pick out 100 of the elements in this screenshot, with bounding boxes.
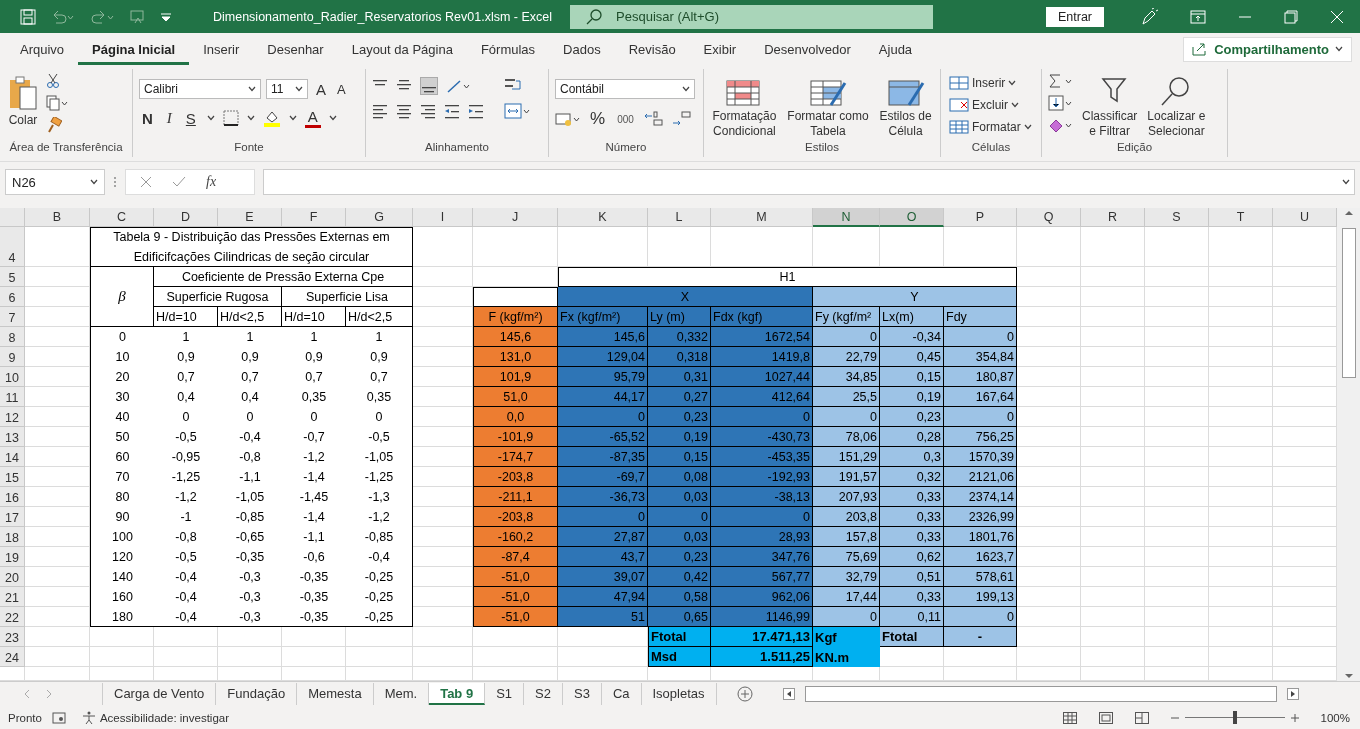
percent-button[interactable]: %: [587, 108, 609, 130]
caret-icon[interactable]: [682, 86, 690, 92]
row-header[interactable]: 15: [0, 467, 25, 487]
column-header[interactable]: K: [558, 208, 648, 227]
sheet-tab[interactable]: Memesta: [297, 682, 374, 705]
column-header[interactable]: O: [880, 208, 944, 227]
maximize-icon[interactable]: [1284, 9, 1298, 24]
close-icon[interactable]: [1330, 9, 1344, 24]
page-layout-icon[interactable]: [1098, 711, 1113, 724]
caret-icon[interactable]: [90, 179, 98, 185]
font-color-button[interactable]: A: [304, 108, 321, 128]
sign-in-button[interactable]: Entrar: [1045, 6, 1104, 27]
caret-icon[interactable]: [206, 115, 215, 121]
increase-decimal-icon[interactable]: [642, 110, 665, 128]
share-button[interactable]: Compartilhamento: [1183, 36, 1352, 62]
sheet-tab[interactable]: S3: [562, 682, 602, 705]
scroll-down-icon[interactable]: [1343, 671, 1354, 681]
menu-tab[interactable]: Desenvolvedor: [750, 36, 865, 65]
macro-icon[interactable]: [51, 711, 66, 724]
sheet-tab[interactable]: Isopletas: [641, 682, 717, 705]
row-header[interactable]: 19: [0, 547, 25, 567]
row-header[interactable]: 8: [0, 327, 25, 347]
row-header[interactable]: 6: [0, 287, 25, 307]
zoom-in-icon[interactable]: [1290, 713, 1299, 722]
insert-function-button[interactable]: fx: [206, 174, 217, 190]
menu-tab[interactable]: Dados: [549, 36, 615, 65]
menu-tab[interactable]: Revisão: [614, 36, 690, 65]
grow-font-button[interactable]: A: [313, 79, 329, 99]
cells-button[interactable]: Formatar: [947, 117, 1034, 137]
scrollbar-thumb[interactable]: [1341, 228, 1356, 378]
menu-tab[interactable]: Ajuda: [864, 36, 927, 65]
caret-icon[interactable]: [1335, 46, 1343, 52]
row-header[interactable]: 10: [0, 367, 25, 387]
column-header[interactable]: P: [944, 208, 1017, 227]
format-painter-icon[interactable]: [46, 117, 62, 133]
row-header[interactable]: 21: [0, 587, 25, 607]
column-header[interactable]: J: [473, 208, 558, 227]
align-left-icon[interactable]: [372, 103, 388, 119]
accessibility-status[interactable]: Acessibilidade: investigar: [81, 710, 229, 725]
fill-color-icon[interactable]: [262, 109, 281, 127]
column-header[interactable]: Q: [1017, 208, 1081, 227]
formula-field[interactable]: [263, 169, 1355, 195]
redo-icon[interactable]: [90, 8, 116, 25]
caret-icon[interactable]: [295, 86, 303, 92]
sheet-tab[interactable]: S1: [485, 682, 525, 705]
cells-button[interactable]: Inserir: [947, 73, 1019, 93]
caret-icon[interactable]: [248, 86, 256, 92]
add-sheet-icon[interactable]: [736, 685, 753, 702]
column-header[interactable]: F: [282, 208, 346, 227]
menu-tab[interactable]: Fórmulas: [466, 36, 550, 65]
column-header[interactable]: I: [413, 208, 473, 227]
sheet-tab[interactable]: S2: [524, 682, 563, 705]
find-select-button[interactable]: Localizar e Selecionar: [1145, 73, 1208, 141]
pen-icon[interactable]: [1140, 7, 1158, 26]
row-header[interactable]: 18: [0, 527, 25, 547]
customize-icon[interactable]: [160, 11, 172, 22]
decrease-indent-icon[interactable]: [444, 103, 460, 119]
normal-view-icon[interactable]: [1062, 711, 1077, 724]
column-header[interactable]: N: [813, 208, 880, 227]
column-header[interactable]: S: [1145, 208, 1209, 227]
save-icon[interactable]: [20, 8, 36, 25]
row-header[interactable]: 7: [0, 307, 25, 327]
column-header[interactable]: L: [648, 208, 711, 227]
caret-icon[interactable]: [1023, 124, 1032, 130]
row-header[interactable]: 17: [0, 507, 25, 527]
scroll-right-icon[interactable]: [1286, 687, 1299, 700]
scissors-icon[interactable]: [46, 73, 60, 89]
orientation-icon[interactable]: [446, 78, 470, 94]
scroll-up-icon[interactable]: [1343, 208, 1354, 218]
menu-tab[interactable]: Arquivo: [6, 36, 79, 65]
column-header[interactable]: T: [1209, 208, 1273, 227]
styles-button[interactable]: Formatação Condicional: [710, 77, 779, 141]
page-break-icon[interactable]: [1134, 711, 1149, 724]
row-header[interactable]: 16: [0, 487, 25, 507]
sheet-tab[interactable]: Ca: [601, 682, 642, 705]
menu-tab[interactable]: Exibir: [689, 36, 751, 65]
caret-icon[interactable]: [1011, 102, 1019, 108]
caret-icon[interactable]: [1342, 179, 1350, 185]
caret-icon[interactable]: [288, 115, 297, 121]
paste-button[interactable]: Colar: [6, 73, 40, 130]
caret-icon[interactable]: [328, 115, 337, 121]
column-header[interactable]: G: [346, 208, 413, 227]
menu-tab[interactable]: Layout da Página: [337, 36, 467, 65]
sum-icon[interactable]: [1048, 73, 1074, 89]
number-format-field[interactable]: Contábil: [555, 79, 695, 99]
menu-tab[interactable]: Inserir: [189, 36, 254, 65]
column-header[interactable]: B: [25, 208, 90, 227]
ribbon-display-icon[interactable]: [1190, 9, 1206, 24]
fill-down-icon[interactable]: [1048, 95, 1074, 111]
row-header[interactable]: 9: [0, 347, 25, 367]
eraser-icon[interactable]: [1048, 117, 1074, 133]
row-header[interactable]: 20: [0, 567, 25, 587]
caret-icon[interactable]: [1008, 80, 1017, 86]
column-header[interactable]: E: [218, 208, 282, 227]
row-header[interactable]: 23: [0, 627, 25, 647]
italic-button[interactable]: I: [163, 108, 175, 128]
shrink-font-button[interactable]: A: [334, 80, 349, 98]
menu-tab[interactable]: Desenhar: [253, 36, 338, 65]
sheet-tab[interactable]: Fundação: [216, 682, 298, 705]
row-header[interactable]: 12: [0, 407, 25, 427]
